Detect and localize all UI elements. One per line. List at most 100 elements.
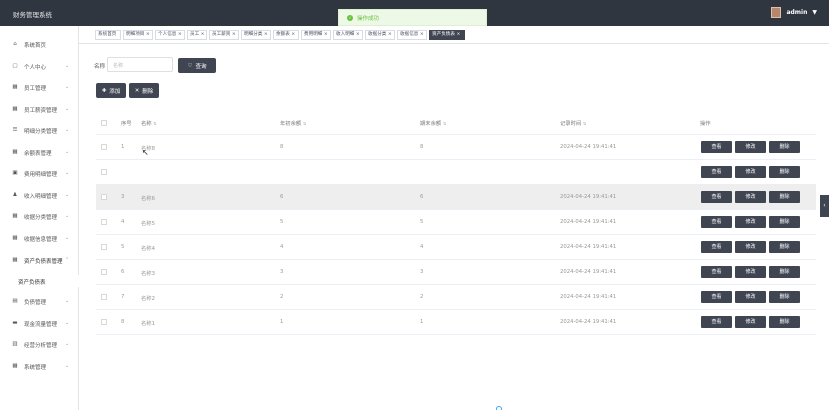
cell-end: 5 xyxy=(420,219,424,225)
search-input[interactable]: 名称 xyxy=(107,57,173,72)
close-icon[interactable]: × xyxy=(354,32,360,37)
tab[interactable]: 明细项目 × xyxy=(123,30,153,40)
close-icon[interactable]: × xyxy=(455,32,460,37)
username[interactable]: admin xyxy=(786,9,807,16)
close-icon[interactable]: × xyxy=(176,32,182,37)
tab[interactable]: 收入明细 × xyxy=(333,30,363,40)
close-icon[interactable]: × xyxy=(230,32,236,37)
edit-button[interactable]: 修改 xyxy=(735,316,766,328)
view-button[interactable]: 查看 xyxy=(701,191,732,203)
sidebar-item[interactable]: ▤ 负债管理 ⌄ xyxy=(0,295,79,307)
row-checkbox[interactable] xyxy=(101,244,107,250)
sidebar-item[interactable]: ☰ 明细分类管理 ⌄ xyxy=(0,124,79,136)
sidebar-item[interactable]: ▦ 资产负债表管理 ⌃ xyxy=(0,254,79,266)
edit-button[interactable]: 修改 xyxy=(735,266,766,278)
sidebar-item[interactable]: ▦ 收据信息管理 ⌄ xyxy=(0,232,79,244)
delete-row-button[interactable]: 删除 xyxy=(769,241,800,253)
view-button[interactable]: 查看 xyxy=(701,316,732,328)
edit-button[interactable]: 修改 xyxy=(735,241,766,253)
view-button[interactable]: 查看 xyxy=(701,141,732,153)
view-button[interactable]: 查看 xyxy=(701,266,732,278)
table-row[interactable]: 7 名称2 2 2 2024-04-24 19:41:41 查看 修改 删除 xyxy=(96,285,816,310)
tab[interactable]: 收据分类 × xyxy=(365,30,395,40)
view-button[interactable]: 查看 xyxy=(701,216,732,228)
avatar[interactable] xyxy=(771,7,782,18)
sidebar-item[interactable]: ▢ 个人中心 ⌄ xyxy=(0,60,79,72)
delete-button[interactable]: ✕ 删除 xyxy=(129,83,159,98)
view-button[interactable]: 查看 xyxy=(701,291,732,303)
close-icon[interactable]: × xyxy=(290,32,295,37)
delete-row-button[interactable]: 删除 xyxy=(769,166,800,178)
edit-button[interactable]: 修改 xyxy=(735,191,766,203)
chevron-down-icon[interactable]: ▼ xyxy=(812,9,817,16)
tab[interactable]: 余额表 × xyxy=(273,30,299,40)
sort-icon[interactable]: ⇅ xyxy=(303,121,306,126)
delete-row-button[interactable]: 删除 xyxy=(769,191,800,203)
edit-button[interactable]: 修改 xyxy=(735,216,766,228)
cell-start: 1 xyxy=(280,319,284,325)
delete-row-button[interactable]: 删除 xyxy=(769,141,800,153)
tab[interactable]: 收据信息 × xyxy=(397,30,427,40)
delete-row-button[interactable]: 删除 xyxy=(769,266,800,278)
sort-icon[interactable]: ⇅ xyxy=(153,121,156,126)
table-row[interactable]: 5 名称4 4 4 2024-04-24 19:41:41 查看 修改 删除 xyxy=(96,235,816,260)
sidebar-item[interactable]: ▦ 余额表管理 ⌄ xyxy=(0,146,79,158)
table-row[interactable]: 8 名称1 1 1 2024-04-24 19:41:41 查看 修改 删除 xyxy=(96,310,816,335)
tab[interactable]: 员工薪资 × xyxy=(209,30,239,40)
collapse-handle[interactable]: ‹ xyxy=(820,195,829,217)
sort-icon[interactable]: ⇅ xyxy=(583,121,586,126)
delete-row-button[interactable]: 删除 xyxy=(769,316,800,328)
header-start[interactable]: 年初余额 ⇅ xyxy=(280,119,306,127)
tab[interactable]: 个人信息 × xyxy=(155,30,185,40)
user-menu[interactable]: admin ▼ xyxy=(771,7,817,18)
tab[interactable]: 资产负债表 × xyxy=(429,30,465,40)
header-end[interactable]: 期末余额 ⇅ xyxy=(420,119,446,127)
sidebar-item[interactable]: ▥ 经营分析管理 ⌄ xyxy=(0,338,79,350)
sidebar-item[interactable]: ▦ 员工管理 ⌄ xyxy=(0,81,79,93)
view-button[interactable]: 查看 xyxy=(701,241,732,253)
close-icon[interactable]: × xyxy=(199,32,205,37)
sidebar-subitem[interactable]: 资产负债表 xyxy=(0,275,79,287)
row-checkbox[interactable] xyxy=(101,144,107,150)
sidebar-item[interactable]: ⌂ 系统首页 xyxy=(0,38,79,50)
row-checkbox[interactable] xyxy=(101,194,107,200)
row-checkbox[interactable] xyxy=(101,169,107,175)
sidebar-item[interactable]: ▣ 费用明细管理 ⌄ xyxy=(0,167,79,179)
edit-button[interactable]: 修改 xyxy=(735,291,766,303)
sidebar-item[interactable]: ▬ 现金流量管理 ⌄ xyxy=(0,317,79,329)
chevron-left-icon[interactable]: ‹ xyxy=(823,202,825,209)
table-row[interactable]: 3 名称6 6 6 2024-04-24 19:41:41 查看 修改 删除 xyxy=(96,185,816,210)
close-icon[interactable]: × xyxy=(144,32,150,37)
view-button[interactable]: 查看 xyxy=(701,166,732,178)
sidebar-item[interactable]: ♟ 收入明细管理 ⌄ xyxy=(0,189,79,201)
tab[interactable]: 费用明细 × xyxy=(301,30,331,40)
row-checkbox[interactable] xyxy=(101,294,107,300)
search-button[interactable]: ♡ 查询 xyxy=(178,58,216,73)
row-checkbox[interactable] xyxy=(101,269,107,275)
header-name[interactable]: 名称 ⇅ xyxy=(141,119,157,127)
tab[interactable]: 系统首页 xyxy=(95,30,121,40)
delete-row-button[interactable]: 删除 xyxy=(769,216,800,228)
row-checkbox[interactable] xyxy=(101,319,107,325)
header-time[interactable]: 记录时间 ⇅ xyxy=(560,119,586,127)
close-icon[interactable]: × xyxy=(418,32,424,37)
table-row[interactable]: 1 名称8 8 8 2024-04-24 19:41:41 查看 修改 删除 xyxy=(96,135,816,160)
table-row[interactable]: 4 名称5 5 5 2024-04-24 19:41:41 查看 修改 删除 xyxy=(96,210,816,235)
close-icon[interactable]: × xyxy=(386,32,392,37)
tab[interactable]: 明细分类 × xyxy=(241,30,271,40)
sidebar-item[interactable]: ▦ 收据分类管理 ⌄ xyxy=(0,210,79,222)
add-button[interactable]: ✚ 添加 xyxy=(96,83,126,98)
sidebar-item[interactable]: ▦ 员工薪资管理 ⌄ xyxy=(0,103,79,115)
row-checkbox[interactable] xyxy=(101,219,107,225)
close-icon[interactable]: × xyxy=(262,32,268,37)
select-all-checkbox[interactable] xyxy=(101,120,107,126)
close-icon[interactable]: × xyxy=(322,32,328,37)
table-row[interactable]: 6 名称3 3 3 2024-04-24 19:41:41 查看 修改 删除 xyxy=(96,260,816,285)
delete-row-button[interactable]: 删除 xyxy=(769,291,800,303)
tab[interactable]: 员工 × xyxy=(187,30,207,40)
sidebar-item[interactable]: ▦ 系统管理 ⌄ xyxy=(0,360,79,372)
edit-button[interactable]: 修改 xyxy=(735,141,766,153)
sort-icon[interactable]: ⇅ xyxy=(443,121,446,126)
edit-button[interactable]: 修改 xyxy=(735,166,766,178)
table-row[interactable]: 查看 修改 删除 xyxy=(96,160,816,185)
